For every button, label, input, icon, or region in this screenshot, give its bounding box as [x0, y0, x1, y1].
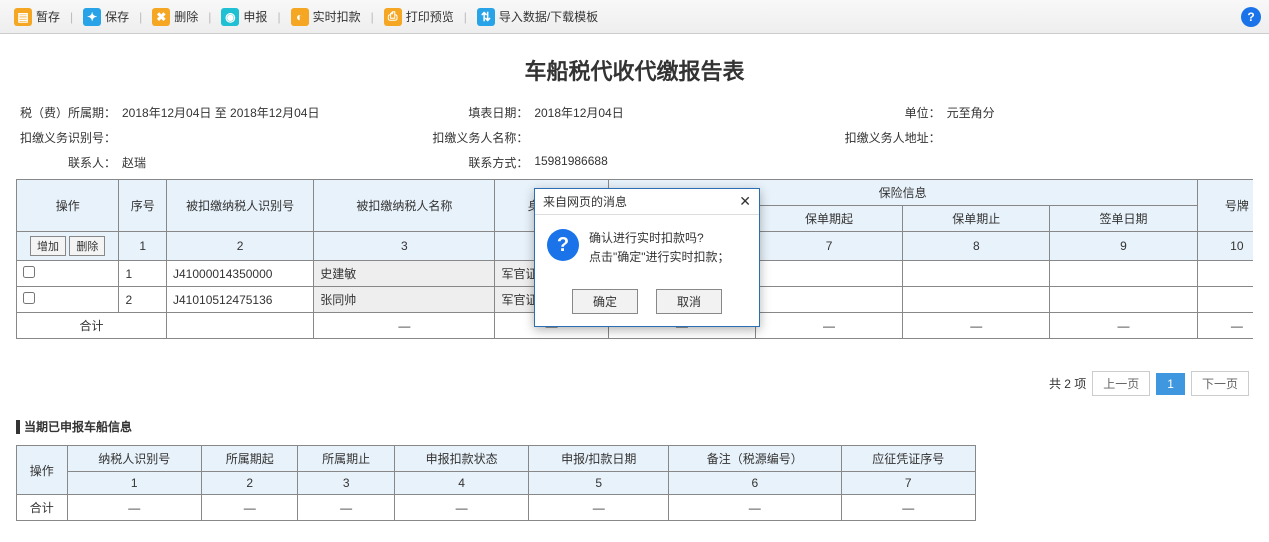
- dialog-mask: 来自网页的消息 ✕ ? 确认进行实时扣款吗? 点击"确定"进行实时扣款； 确定 …: [0, 0, 1269, 542]
- close-icon[interactable]: ✕: [739, 193, 751, 210]
- confirm-dialog: 来自网页的消息 ✕ ? 确认进行实时扣款吗? 点击"确定"进行实时扣款； 确定 …: [534, 188, 760, 327]
- dialog-title-text: 来自网页的消息: [543, 193, 627, 210]
- ok-button[interactable]: 确定: [572, 289, 638, 314]
- dialog-message: 确认进行实时扣款吗? 点击"确定"进行实时扣款；: [589, 229, 730, 267]
- cancel-button[interactable]: 取消: [656, 289, 722, 314]
- question-icon: ?: [547, 229, 579, 261]
